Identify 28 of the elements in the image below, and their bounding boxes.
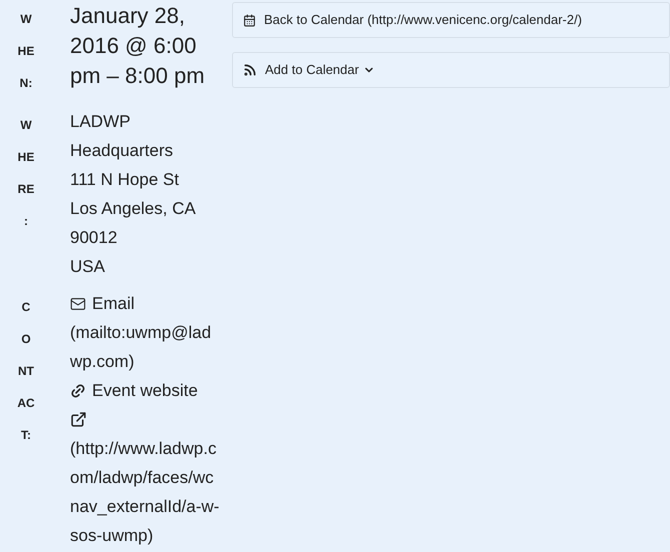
event-date: January 28, 2016 @ 6:00 pm – 8:00 pm (70, 3, 205, 88)
calendar-icon (243, 14, 256, 26)
contact-link[interactable]: Event website (92, 376, 198, 405)
add-to-calendar-button[interactable]: Add to Calendar (232, 52, 670, 88)
field-label: HE (16, 149, 34, 166)
field-label: T: (20, 427, 31, 444)
contact-link[interactable]: Email (92, 289, 135, 318)
external-link-icon (70, 411, 87, 428)
field-label: N: (18, 75, 32, 92)
field-label: HE (16, 43, 34, 60)
field-label: W (19, 11, 32, 28)
field-label: RE (16, 181, 34, 198)
field-label: W (19, 117, 32, 134)
address-line: LADWP Headquarters (70, 111, 174, 162)
link-url: (http://www.ladwp.com/ladwp/faces/wcnav_externalId/a-w-sos-uwmp) (70, 438, 220, 547)
address-line: USA (70, 256, 106, 278)
rss-icon (243, 63, 257, 77)
address-line: 90012 (70, 227, 118, 249)
field-label: : (23, 213, 28, 230)
field-label: NT (17, 363, 34, 380)
address-line: 111 N Hope St (70, 169, 180, 191)
mail-icon (70, 296, 86, 312)
field-label: C (20, 299, 30, 316)
field-label: AC (16, 395, 35, 412)
field-label: O (20, 331, 31, 348)
back-to-calendar-button[interactable]: Back to Calendar (http://www.venicenc.org/calendar-2/) (232, 2, 670, 38)
address-line: Los Angeles, CA (70, 198, 197, 220)
link-url: (mailto:uwmp@ladwp.com) (70, 322, 212, 373)
